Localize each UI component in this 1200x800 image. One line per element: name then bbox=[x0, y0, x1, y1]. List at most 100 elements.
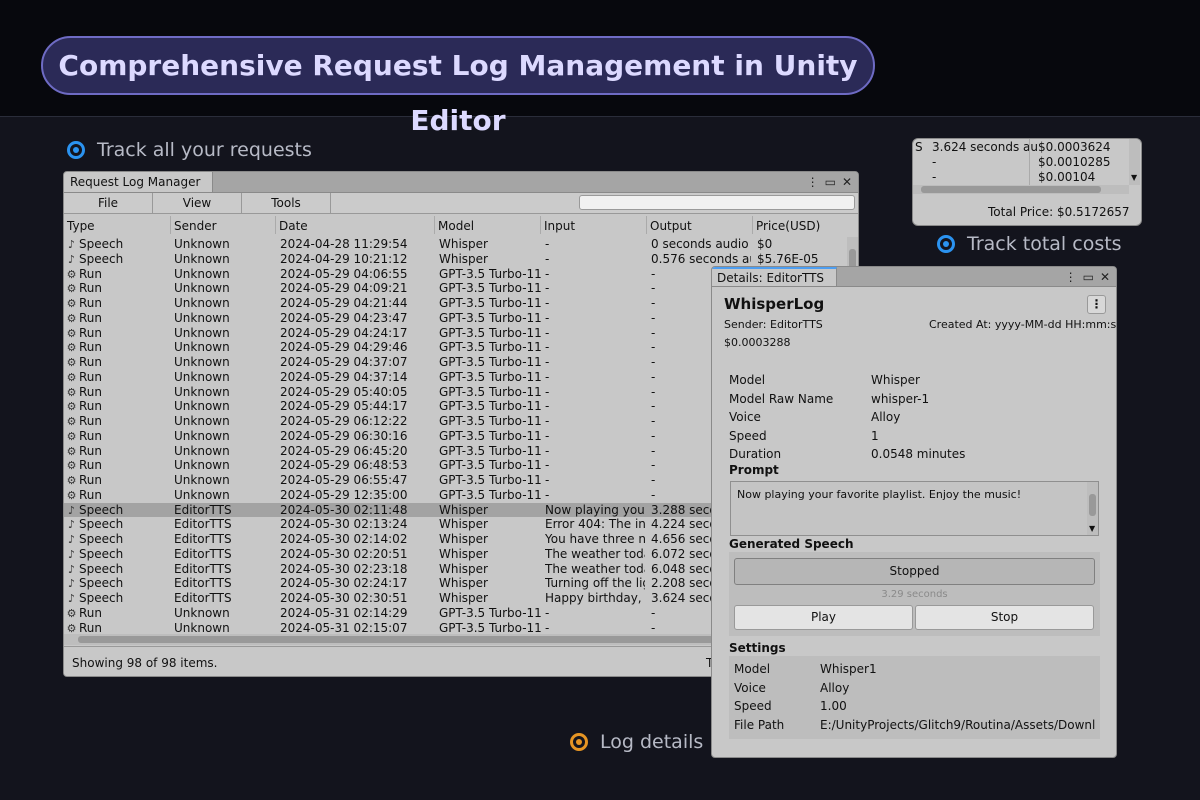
price-cell: $0 bbox=[757, 237, 773, 251]
sender-cell: Unknown bbox=[174, 620, 230, 634]
caption-text: Track all your requests bbox=[97, 139, 312, 161]
prompt-heading: Prompt bbox=[729, 463, 779, 477]
scroll-down-icon[interactable]: ▼ bbox=[1131, 173, 1137, 182]
type-cell: ⚙ Run bbox=[66, 606, 102, 621]
gear-icon: ⚙ bbox=[66, 282, 77, 296]
model-cell: GPT-3.5 Turbo-11 bbox=[439, 325, 542, 340]
gear-icon: ⚙ bbox=[66, 621, 77, 634]
play-button[interactable]: Play bbox=[734, 605, 913, 630]
microphone-icon: ♪ bbox=[67, 518, 76, 532]
model-cell: GPT-3.5 Turbo-11 bbox=[439, 414, 542, 428]
column-input[interactable]: Input bbox=[540, 216, 646, 234]
field-label: Speed bbox=[729, 428, 767, 443]
setting-value[interactable]: Whisper1 bbox=[820, 662, 1096, 676]
model-cell: GPT-3.5 Turbo-11 bbox=[439, 281, 542, 296]
type-label: Run bbox=[79, 399, 103, 414]
type-label: Run bbox=[79, 266, 103, 281]
field-label: Model bbox=[729, 373, 766, 387]
sender-cell: Unknown bbox=[174, 605, 230, 620]
gear-icon: ⚙ bbox=[66, 415, 77, 428]
column-sender[interactable]: Sender bbox=[170, 216, 275, 234]
tab-details[interactable]: Details: EditorTTS bbox=[712, 267, 838, 286]
input-cell: - bbox=[545, 237, 550, 251]
date-cell: 2024-05-29 05:40:05 bbox=[280, 384, 408, 399]
table-row[interactable]: ♪ Speech Unknown 2024-04-28 11:29:54 Whisper… bbox=[64, 237, 849, 252]
prompt-text: Now playing your favorite playlist. Enjo… bbox=[737, 488, 1022, 501]
date-cell: 2024-04-28 11:29:54 bbox=[280, 237, 408, 251]
maximize-icon[interactable]: ▭ bbox=[1083, 270, 1094, 284]
close-icon[interactable]: ✕ bbox=[842, 175, 852, 189]
type-label: Run bbox=[79, 325, 103, 340]
type-cell: ⚙ Run bbox=[66, 296, 102, 311]
field-label: Duration bbox=[729, 447, 782, 461]
column-output[interactable]: Output bbox=[646, 216, 752, 234]
type-label: Speech bbox=[79, 517, 124, 532]
column-date[interactable]: Date bbox=[275, 216, 434, 234]
date-cell: 2024-05-29 12:35:00 bbox=[280, 487, 408, 502]
details-tabstrip: Details: EditorTTS ⋮ ▭ ✕ bbox=[712, 267, 1116, 287]
type-cell: ⚙ Run bbox=[66, 399, 102, 414]
stop-button[interactable]: Stop bbox=[915, 605, 1094, 630]
date-cell: 2024-05-29 04:37:14 bbox=[280, 369, 408, 384]
setting-value[interactable]: 1.00 bbox=[820, 699, 1096, 713]
model-cell: GPT-3.5 Turbo-11 bbox=[439, 473, 542, 487]
gear-icon: ⚙ bbox=[66, 311, 77, 325]
input-cell: Happy birthday, S bbox=[545, 591, 645, 605]
microphone-icon: ♪ bbox=[67, 577, 76, 591]
search-input[interactable] bbox=[579, 195, 855, 210]
sender-cell: Unknown bbox=[174, 369, 230, 384]
menu-tools[interactable]: Tools bbox=[242, 193, 331, 213]
type-cell: ♪ Speech bbox=[66, 576, 123, 591]
audio-length: 3.29 seconds bbox=[881, 589, 948, 600]
input-cell: - bbox=[545, 355, 550, 369]
sender-cell: Unknown bbox=[174, 281, 230, 296]
setting-value[interactable]: Alloy bbox=[820, 681, 1096, 695]
price-hscrollbar[interactable] bbox=[913, 185, 1129, 194]
sender-cell: Unknown bbox=[174, 428, 230, 443]
scroll-down-icon[interactable]: ▼ bbox=[1089, 524, 1095, 533]
microphone-icon: ♪ bbox=[67, 592, 76, 605]
setting-value[interactable]: E:/UnityProjects/Glitch9/Routina/Assets/… bbox=[820, 718, 1096, 732]
more-icon[interactable]: ⋮ bbox=[1065, 270, 1077, 284]
price-cell: $5.76E-05 bbox=[757, 251, 819, 266]
menu-view[interactable]: View bbox=[153, 193, 242, 213]
table-row[interactable]: ♪ Speech Unknown 2024-04-29 10:21:12 Whisper… bbox=[64, 252, 849, 267]
input-cell: - bbox=[545, 605, 550, 620]
model-cell: GPT-3.5 Turbo-11 bbox=[439, 428, 542, 443]
maximize-icon[interactable]: ▭ bbox=[825, 175, 836, 189]
type-label: Run bbox=[79, 428, 103, 443]
date-cell: 2024-05-30 02:13:24 bbox=[280, 517, 408, 532]
price-scrollbar[interactable]: ▼ bbox=[1129, 139, 1140, 185]
prompt-textarea[interactable]: Now playing your favorite playlist. Enjo… bbox=[730, 481, 1099, 536]
options-menu-button[interactable]: ⋮ bbox=[1087, 295, 1106, 314]
type-label: Speech bbox=[79, 532, 124, 546]
date-cell: 2024-05-29 06:55:47 bbox=[280, 473, 408, 487]
type-cell: ⚙ Run bbox=[66, 340, 102, 355]
microphone-icon: ♪ bbox=[67, 562, 76, 576]
sender-label: Sender: EditorTTS bbox=[724, 318, 823, 331]
sender-cell: EditorTTS bbox=[174, 546, 232, 561]
column-type[interactable]: Type bbox=[64, 216, 169, 234]
column-model[interactable]: Model bbox=[434, 216, 540, 234]
more-icon[interactable]: ⋮ bbox=[807, 175, 819, 189]
type-cell: ⚙ Run bbox=[66, 281, 102, 296]
date-cell: 2024-05-29 06:30:16 bbox=[280, 428, 408, 443]
input-cell: - bbox=[545, 340, 550, 355]
gear-icon: ⚙ bbox=[66, 267, 77, 281]
tab-request-log-manager[interactable]: Request Log Manager bbox=[64, 172, 214, 192]
setting-label: Speed bbox=[734, 699, 772, 713]
type-label: Run bbox=[79, 605, 103, 620]
sender-cell: EditorTTS bbox=[174, 591, 232, 605]
prompt-scrollbar[interactable]: ▼ bbox=[1087, 482, 1098, 535]
price-label: $0.0003288 bbox=[724, 336, 791, 349]
close-icon[interactable]: ✕ bbox=[1100, 270, 1110, 284]
generated-speech-box: Stopped 3.29 seconds Play Stop bbox=[729, 552, 1100, 636]
field-value: Alloy bbox=[871, 410, 901, 424]
date-cell: 2024-05-29 06:12:22 bbox=[280, 414, 408, 428]
settings-box: Model Whisper1 Voice Alloy Speed 1.00 File Pat… bbox=[729, 656, 1100, 739]
sender-cell: Unknown bbox=[174, 355, 230, 369]
caption-track-costs: Track total costs bbox=[937, 233, 1122, 255]
column-price[interactable]: Price(USD) bbox=[752, 216, 849, 234]
gear-icon: ⚙ bbox=[66, 429, 77, 443]
menu-file[interactable]: File bbox=[64, 193, 153, 213]
